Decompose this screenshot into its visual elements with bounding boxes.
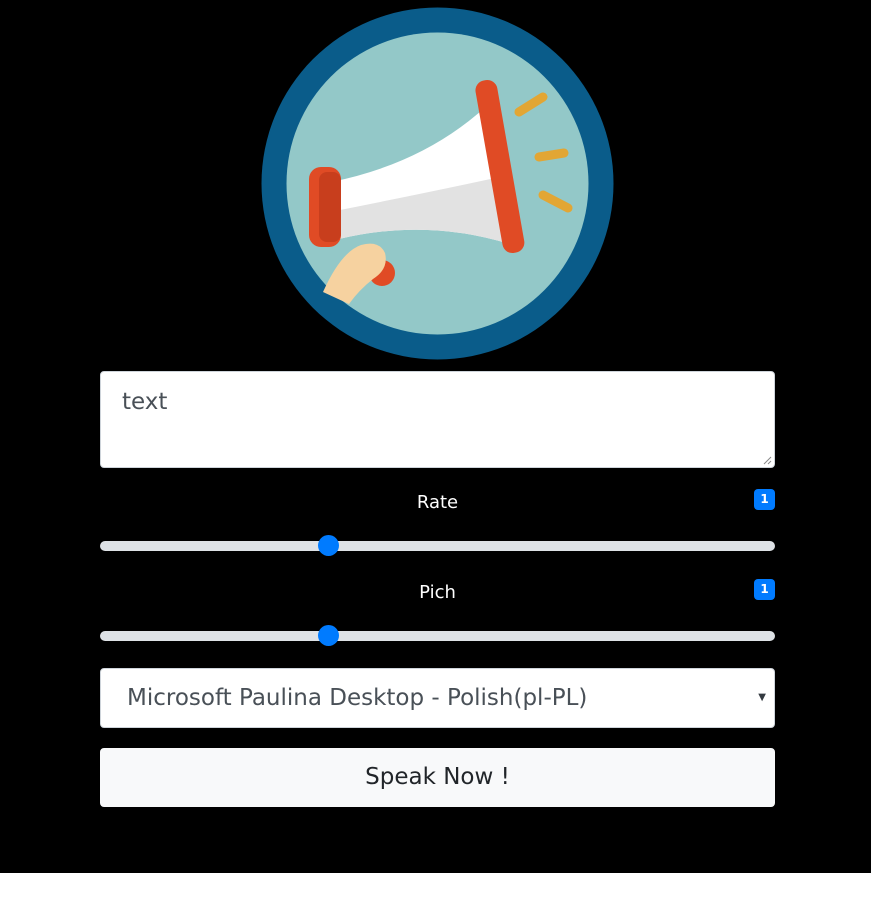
rate-slider-thumb[interactable]: [318, 535, 340, 556]
rate-label: Rate: [416, 492, 459, 513]
pitch-value-badge: 1: [754, 579, 775, 600]
rate-value-badge: 1: [754, 489, 775, 510]
megaphone-icon: [261, 7, 614, 360]
pitch-slider-thumb[interactable]: [318, 625, 340, 646]
voice-select-value: Microsoft Paulina Desktop - Polish(pl-PL…: [127, 685, 588, 711]
resize-grip-icon[interactable]: [762, 455, 772, 465]
text-input[interactable]: text: [100, 371, 775, 468]
chevron-down-icon: ▼: [758, 692, 766, 703]
rate-slider[interactable]: [100, 535, 775, 556]
pitch-label: Pich: [419, 582, 456, 603]
pitch-slider[interactable]: [100, 625, 775, 646]
app-container: text Rate 1 Pich 1 Microsoft Paulina Des…: [0, 0, 871, 873]
voice-select[interactable]: Microsoft Paulina Desktop - Polish(pl-PL…: [100, 668, 775, 728]
speak-now-button[interactable]: Speak Now !: [100, 748, 775, 807]
text-input-value: text: [122, 389, 168, 415]
